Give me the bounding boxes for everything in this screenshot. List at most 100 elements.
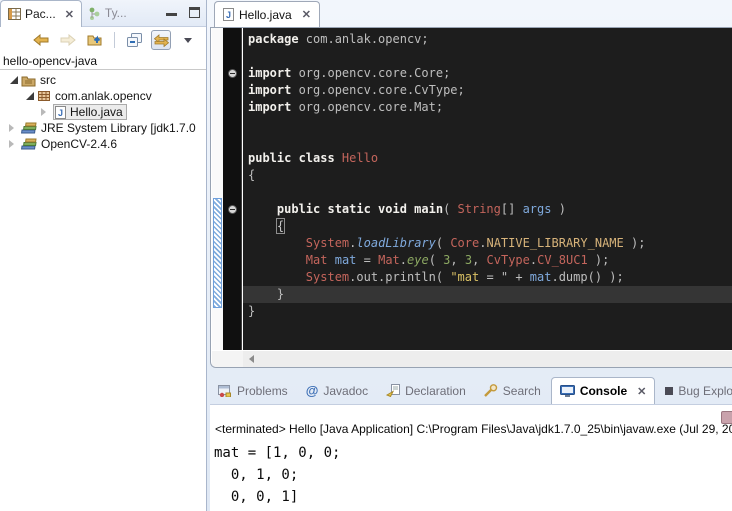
tree-item-hello-java[interactable]: J Hello.java (0, 104, 206, 120)
view-menu-icon[interactable] (178, 30, 198, 50)
square-icon (665, 387, 673, 395)
tab-declaration[interactable]: Declaration (378, 377, 474, 404)
svg-text:J: J (226, 10, 231, 20)
tab-label: Console (580, 384, 627, 398)
tab-label: Problems (237, 384, 288, 398)
package-icon (37, 90, 51, 102)
tree-item-opencv-2-4-6[interactable]: OpenCV-2.4.6 (0, 136, 206, 152)
library-icon (21, 122, 37, 134)
code-editor[interactable]: package com.anlak.opencv; import org.ope… (210, 27, 732, 368)
tree-item-jre-system-library-jdk1-7-0[interactable]: JRE System Library [jdk1.7.0 (0, 120, 206, 136)
tab-label: Pac... (25, 7, 56, 21)
tab-label: Declaration (405, 384, 466, 398)
tree-item-label: Hello.java (70, 105, 123, 119)
expand-arrow-icon[interactable] (41, 108, 46, 116)
java-file-icon: J (223, 8, 234, 21)
code-line[interactable] (248, 184, 732, 201)
tab-label: Javadoc (323, 384, 368, 398)
editor-tab-row: J Hello.java ✕ (210, 0, 732, 27)
code-line[interactable] (248, 48, 732, 65)
tab-javadoc[interactable]: @ Javadoc (298, 377, 376, 404)
tab-label: Search (503, 384, 541, 398)
package-folder-icon (21, 74, 36, 87)
console-toolbar-icon[interactable] (721, 411, 732, 424)
code-line-current[interactable]: } (243, 286, 732, 303)
link-with-editor-button[interactable] (151, 30, 171, 50)
code-line[interactable]: { (248, 218, 732, 235)
collapse-arrow-icon[interactable] (26, 92, 34, 100)
tab-search[interactable]: Search (476, 377, 549, 404)
code-line[interactable]: import org.opencv.core.Core; (248, 65, 732, 82)
horizontal-scrollbar[interactable] (243, 351, 732, 367)
code-line[interactable]: System.loadLibrary( Core.NATIVE_LIBRARY_… (248, 235, 732, 252)
close-icon[interactable]: ✕ (637, 385, 646, 398)
expand-arrow-icon[interactable] (9, 140, 14, 148)
package-explorer-icon (8, 8, 21, 20)
code-line[interactable]: System.out.println( "mat = " + mat.dump(… (248, 269, 732, 286)
bottom-view-tab-row: Problems @ Javadoc Declaration Search Console… (210, 377, 732, 404)
fold-collapse-icon[interactable] (228, 205, 237, 214)
java-file-icon: J (55, 106, 66, 119)
tree-item-label: JRE System Library [jdk1.7.0 (41, 121, 196, 135)
tab-package-explorer[interactable]: Pac... ✕ (0, 0, 82, 27)
code-line[interactable]: { (248, 167, 732, 184)
minimize-icon[interactable] (166, 7, 177, 16)
fold-collapse-icon[interactable] (228, 69, 237, 78)
console-process-header: <terminated> Hello [Java Application] C:… (215, 422, 732, 436)
console-output-line: 0, 1, 0; (214, 464, 340, 486)
collapse-all-button[interactable] (124, 30, 144, 50)
console-view: <terminated> Hello [Java Application] C:… (210, 404, 732, 511)
tab-type-hierarchy[interactable]: Ty... (82, 0, 134, 26)
editor-tab-label: Hello.java (239, 8, 292, 22)
tab-problems[interactable]: Problems (210, 377, 296, 404)
code-line[interactable]: public static void main( String[] args ) (248, 201, 732, 218)
console-icon (560, 385, 575, 397)
tab-label: Bug Explorer (678, 384, 732, 398)
package-explorer-toolbar (0, 27, 206, 53)
editor-ruler[interactable] (212, 28, 223, 350)
editor-tab-hello-java[interactable]: J Hello.java ✕ (214, 1, 320, 27)
code-line[interactable] (248, 133, 732, 150)
expand-arrow-icon[interactable] (9, 124, 14, 132)
fold-gutter[interactable] (223, 28, 242, 350)
collapse-arrow-icon[interactable] (10, 76, 18, 84)
code-line[interactable]: public class Hello (248, 150, 732, 167)
forward-button[interactable] (58, 30, 78, 50)
tab-label: Ty... (105, 6, 127, 20)
type-hierarchy-icon (89, 7, 101, 20)
code-line[interactable]: } (248, 303, 732, 320)
left-view-tab-row: Pac... ✕ Ty... (0, 0, 206, 27)
console-output[interactable]: mat = [1, 0, 0; 0, 1, 0; 0, 0, 1] (214, 442, 340, 508)
code-text[interactable]: package com.anlak.opencv; import org.ope… (243, 28, 732, 350)
search-icon (484, 384, 498, 397)
scroll-left-arrow-icon[interactable] (249, 355, 254, 363)
tree-item-src[interactable]: src (0, 72, 206, 88)
tab-console[interactable]: Console ✕ (551, 377, 656, 404)
maximize-icon[interactable] (189, 7, 200, 18)
editor-area: J Hello.java ✕ package com.anlak.opencv;… (210, 0, 732, 372)
code-line[interactable]: import org.opencv.core.CvType; (248, 82, 732, 99)
package-tree: src com.anlak.opencv J Hello.java JRE System… (0, 70, 206, 152)
console-output-line: 0, 0, 1] (214, 486, 340, 508)
tree-item-project[interactable]: hello-opencv-java (0, 53, 206, 70)
code-line[interactable]: Mat mat = Mat.eye( 3, 3, CvType.CV_8UC1 … (248, 252, 732, 269)
code-line[interactable]: package com.anlak.opencv; (248, 31, 732, 48)
range-indicator (213, 198, 222, 308)
code-line[interactable] (248, 116, 732, 133)
scrollbar-corner (212, 351, 243, 367)
tree-item-label: src (40, 73, 56, 87)
code-line[interactable]: import org.opencv.core.Mat; (248, 99, 732, 116)
javadoc-icon: @ (306, 384, 319, 397)
close-icon[interactable]: ✕ (302, 8, 311, 21)
library-icon (21, 138, 37, 150)
close-icon[interactable]: ✕ (65, 8, 74, 21)
tree-item-com-anlak-opencv[interactable]: com.anlak.opencv (0, 88, 206, 104)
project-label: hello-opencv-java (3, 54, 97, 68)
svg-text:J: J (58, 108, 63, 118)
back-button[interactable] (31, 30, 51, 50)
go-into-button[interactable] (85, 30, 105, 50)
console-output-line: mat = [1, 0, 0; (214, 442, 340, 464)
tab-bug-explorer[interactable]: Bug Explorer (657, 377, 732, 404)
problems-icon (218, 385, 232, 397)
tree-item-label: com.anlak.opencv (55, 89, 152, 103)
